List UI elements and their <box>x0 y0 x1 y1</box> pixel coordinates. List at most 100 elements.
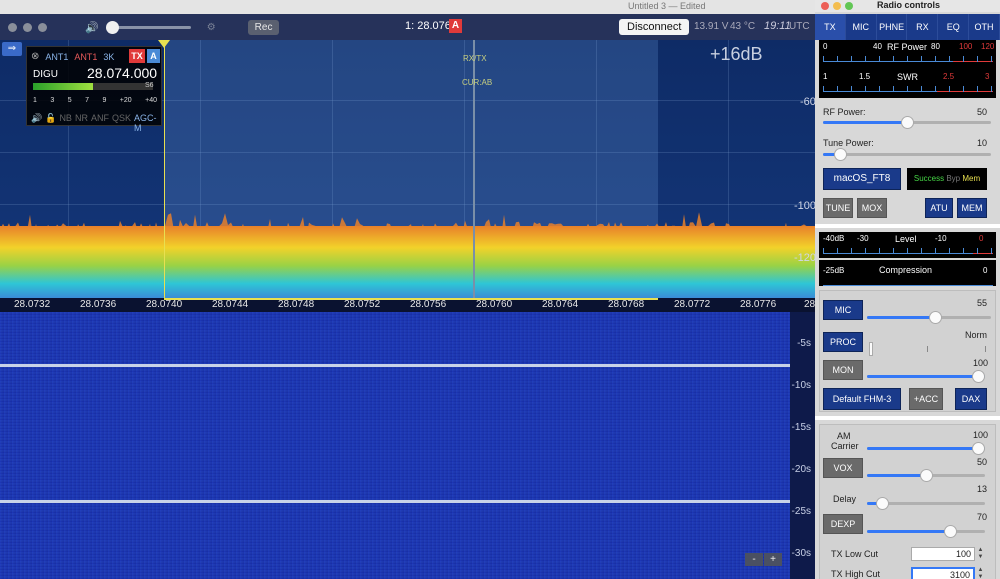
dexp-button[interactable]: DEXP <box>823 514 863 534</box>
waterfall[interactable]: -5s -10s -15s -20s -25s -30s - + <box>0 312 815 579</box>
agc-select[interactable]: AGC-M <box>134 113 161 133</box>
speaker-icon[interactable]: 🔊 <box>85 21 99 34</box>
mic-level-slider[interactable] <box>867 311 991 324</box>
rf-power-slider-knob[interactable] <box>901 116 914 129</box>
zoom-in-button[interactable]: + <box>764 553 782 566</box>
tab-rx[interactable]: RX <box>907 14 939 40</box>
tune-power-slider-knob[interactable] <box>833 148 847 161</box>
filter-bandwidth[interactable]: 3K <box>103 52 114 62</box>
s-meter-tick: +40 <box>145 97 157 104</box>
frequency-tick: 28.0752 <box>344 299 381 310</box>
radio-controls-titlebar: Radio controls <box>815 0 1000 12</box>
monitor-level-slider-knob[interactable] <box>972 370 985 383</box>
anf-toggle[interactable]: ANF <box>91 113 109 133</box>
mic-profile-button[interactable]: Default FHM-3 <box>823 388 901 410</box>
slice-frequency[interactable]: 28.074.000 <box>87 65 157 81</box>
nb-toggle[interactable]: NB <box>59 113 72 133</box>
tx-high-cut-field[interactable]: 3100 <box>911 567 975 579</box>
am-carrier-label: AM <box>837 431 851 441</box>
mode-select[interactable]: DIGU <box>33 69 58 80</box>
meter-scale-label: 0 <box>979 234 984 243</box>
window-title: Radio controls <box>877 0 941 10</box>
tx-low-cut-field[interactable]: 100 <box>911 547 975 561</box>
meter-scale-label: 2.5 <box>943 72 955 81</box>
tune-button[interactable]: TUNE <box>823 198 853 218</box>
mic-button[interactable]: MIC <box>823 300 863 320</box>
meter-title: Level <box>895 234 917 244</box>
meter-scale-label: 40 <box>873 42 882 51</box>
nr-toggle[interactable]: NR <box>75 113 88 133</box>
cursor-label: CUR:AB <box>462 78 493 87</box>
rf-power-slider[interactable] <box>823 116 991 129</box>
meter-scale-label: 80 <box>931 42 940 51</box>
volume-slider-knob[interactable] <box>105 20 119 34</box>
rx-antenna-select[interactable]: ANT1 <box>45 52 68 62</box>
tab-eq[interactable]: EQ <box>938 14 970 40</box>
close-slice-icon[interactable]: ⊗ <box>31 51 39 62</box>
dexp-slider-knob[interactable] <box>943 525 957 538</box>
settings-icon[interactable]: ⚙ <box>207 22 216 33</box>
close-window-button[interactable] <box>821 2 829 10</box>
waterfall-time-scale <box>790 312 815 579</box>
section-divider <box>815 224 1000 228</box>
expand-panel-icon[interactable]: ⇒ <box>2 42 22 56</box>
minimize-window-button[interactable] <box>23 22 32 32</box>
tune-power-slider[interactable] <box>823 148 991 161</box>
record-button[interactable]: Rec <box>247 19 280 35</box>
proc-tick <box>927 346 928 352</box>
monitor-level-slider[interactable] <box>867 370 985 383</box>
tx-high-cut-stepper[interactable]: ▲ ▼ <box>977 567 984 579</box>
am-carrier-slider[interactable] <box>867 442 985 455</box>
s-meter-tick: 3 <box>50 97 55 104</box>
vox-level-slider-knob[interactable] <box>920 469 933 482</box>
vox-level-slider-fill <box>867 474 926 477</box>
proc-slider-knob[interactable] <box>869 342 873 356</box>
active-slice-badge[interactable]: A <box>449 19 462 33</box>
tx-low-cut-label: TX Low Cut <box>831 549 879 559</box>
sdr-toolbar: 🔊 ⚙ Rec 1: 28.076 A Disconnect 13.91 V 4… <box>0 14 815 40</box>
zoom-window-button[interactable] <box>845 2 853 10</box>
zoom-window-button[interactable] <box>38 22 47 32</box>
minimize-window-button[interactable] <box>833 2 841 10</box>
delay-slider[interactable] <box>867 497 985 510</box>
atu-button[interactable]: ATU <box>925 198 953 218</box>
slice-marker-line[interactable] <box>164 40 165 298</box>
atu-bypass-label: Byp <box>946 174 961 183</box>
close-window-button[interactable] <box>8 22 17 32</box>
slice-dsp-row: 🔊 🔓 NB NR ANF QSK AGC-M <box>31 113 161 133</box>
disconnect-button[interactable]: Disconnect <box>619 19 690 35</box>
tx-antenna-select[interactable]: ANT1 <box>74 52 97 62</box>
tx-low-cut-stepper[interactable]: ▲ ▼ <box>977 547 984 561</box>
monitor-button[interactable]: MON <box>823 360 863 380</box>
lock-icon[interactable]: 🔓 <box>45 113 56 133</box>
meter-scale-label: 100 <box>959 42 973 51</box>
frequency-axis[interactable]: 28.0732 28.0736 28.0740 28.0744 28.0748 … <box>0 298 815 312</box>
dexp-slider[interactable] <box>867 525 985 538</box>
sdr-window: 🔊 ⚙ Rec 1: 28.076 A Disconnect 13.91 V 4… <box>0 14 815 579</box>
am-carrier-slider-knob[interactable] <box>972 442 985 455</box>
mox-button[interactable]: MOX <box>857 198 887 218</box>
proc-button[interactable]: PROC <box>823 332 863 352</box>
mem-button[interactable]: MEM <box>957 198 987 218</box>
acc-button[interactable]: +ACC <box>909 388 943 410</box>
proc-slider[interactable] <box>869 342 987 356</box>
audio-icon[interactable]: 🔊 <box>31 113 42 133</box>
tx-profile-button[interactable]: macOS_FT8 <box>823 168 901 190</box>
panadapter[interactable]: RX/TX CUR:AB +16dB -60 -100 -120 ⇒ ⊗ ANT… <box>0 40 815 298</box>
spectrum-fill <box>0 226 815 298</box>
waterfall-time-label: -30s <box>791 548 811 559</box>
vox-level-slider[interactable] <box>867 469 985 482</box>
tab-mic[interactable]: MIC <box>846 14 877 40</box>
meter-ticks <box>823 56 993 62</box>
dax-button[interactable]: DAX <box>955 388 987 410</box>
vox-button[interactable]: VOX <box>823 458 863 478</box>
slice-letter-badge[interactable]: A <box>147 49 160 63</box>
volume-slider[interactable] <box>105 20 191 34</box>
tab-phne[interactable]: PHNE <box>877 14 908 40</box>
tx-slice-badge[interactable]: TX <box>129 49 145 63</box>
tab-oth[interactable]: OTH <box>969 14 1000 40</box>
zoom-out-button[interactable]: - <box>745 553 763 566</box>
qsk-toggle[interactable]: QSK <box>112 113 131 133</box>
frequency-tick: 28.0736 <box>80 299 117 310</box>
tab-tx[interactable]: TX <box>815 14 846 40</box>
